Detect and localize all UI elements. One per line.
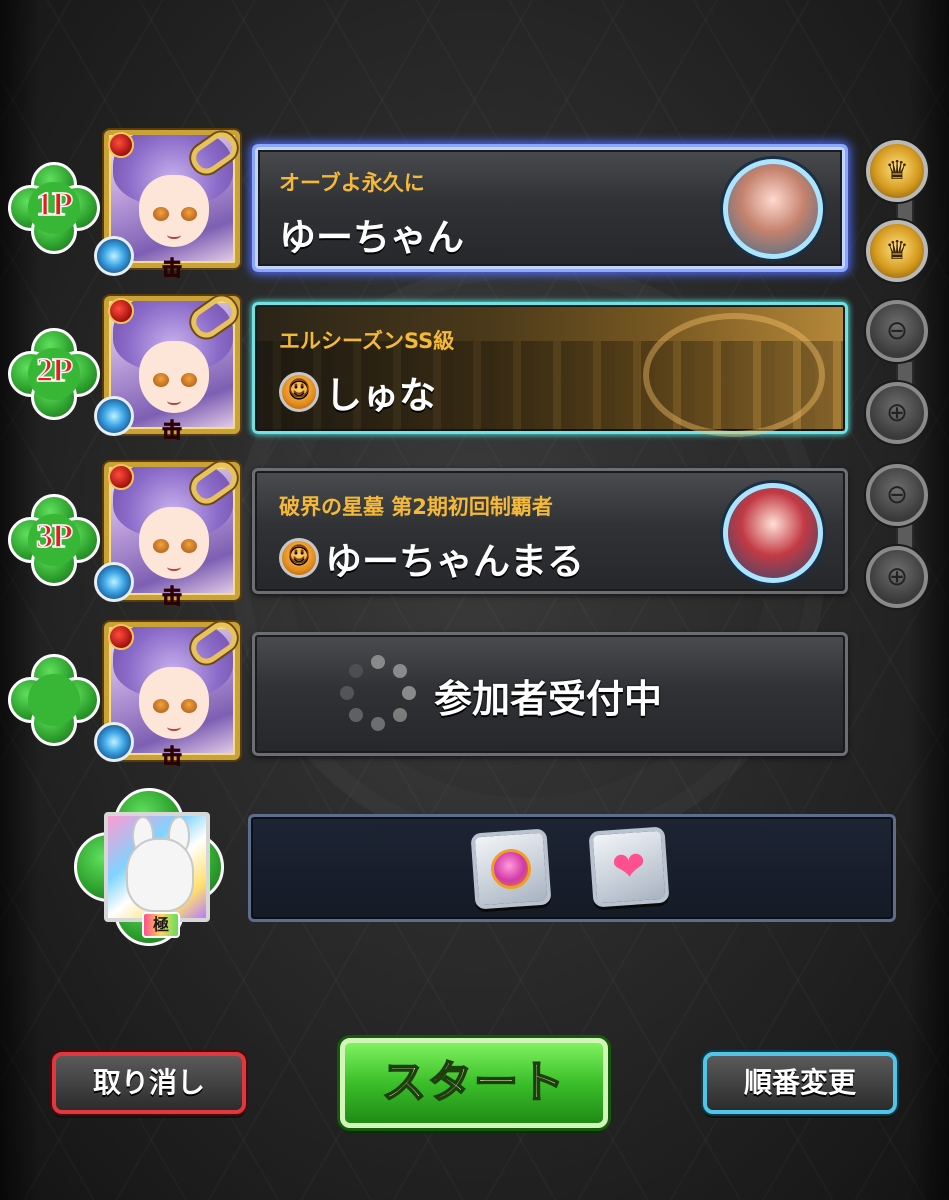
helper-item-slot: ❤	[248, 814, 896, 922]
player-1-clover-badge: 1P	[8, 162, 100, 254]
player-1-title: オーブよ永久に	[279, 171, 425, 195]
player-2-element-icon	[108, 298, 134, 324]
waiting-status-text: 参加者受付中	[434, 677, 663, 721]
locked-slot-icon[interactable]: ⊖	[866, 464, 928, 526]
cancel-button[interactable]: 取り消し	[52, 1052, 246, 1114]
player-1-element-icon	[108, 132, 134, 158]
helper-tier-badge: 極	[142, 912, 180, 938]
player-1-rank-icon: 击	[162, 256, 183, 280]
locked-slot-icon[interactable]: ⊖	[866, 300, 928, 362]
heal-heart-icon[interactable]: ❤	[588, 826, 670, 908]
group-member-icon	[279, 372, 319, 412]
orb-boost-icon[interactable]	[470, 828, 552, 910]
player-3-rank-icon: 击	[162, 584, 183, 608]
player-1-name: ゆーちゃん	[279, 216, 464, 259]
player-3-name-row: ゆーちゃんまる	[279, 531, 584, 585]
player-2-name: しゅな	[325, 374, 436, 417]
player-2-banner-ring	[643, 313, 825, 437]
player-1-luck-gem-icon	[94, 236, 134, 276]
change-order-button[interactable]: 順番変更	[703, 1052, 897, 1114]
player-3-slot[interactable]: 破界の星墓 第2期初回制覇者 ゆーちゃんまる	[252, 468, 848, 594]
player-2-name-row: しゅな	[279, 365, 436, 419]
player-1-label: 1P	[35, 185, 73, 224]
player-4-clover-badge	[8, 654, 100, 746]
player-1-name-row: ゆーちゃん	[279, 207, 464, 261]
player-3-luck-gem-icon	[94, 562, 134, 602]
crown-plus-icon[interactable]: ♛	[866, 140, 928, 202]
player-3-label: 3P	[35, 517, 73, 556]
player-2-clover-badge: 2P	[8, 328, 100, 420]
player-2-slot[interactable]: エルシーズンSS級 しゅな	[252, 302, 848, 437]
group-member-icon	[279, 538, 319, 578]
helper-character-portrait[interactable]	[104, 812, 210, 922]
locked-slot-icon[interactable]: ⊕	[866, 382, 928, 444]
player-4-element-icon	[108, 624, 134, 650]
player-3-clover-badge: 3P	[8, 494, 100, 586]
player-3-title: 破界の星墓 第2期初回制覇者	[279, 495, 553, 519]
player-3-avatar[interactable]	[723, 483, 823, 583]
start-button[interactable]: スタート	[340, 1038, 608, 1128]
crown-plus-icon[interactable]: ♛	[866, 220, 928, 282]
player-3-element-icon	[108, 464, 134, 490]
player-4-luck-gem-icon	[94, 722, 134, 762]
player-3-name: ゆーちゃんまる	[325, 540, 584, 583]
player-2-rank-icon: 击	[162, 418, 183, 442]
player-2-title: エルシーズンSS級	[279, 329, 455, 353]
player-2-luck-gem-icon	[94, 396, 134, 436]
locked-slot-icon[interactable]: ⊕	[866, 546, 928, 608]
player-1-avatar[interactable]	[723, 159, 823, 259]
player-2-label: 2P	[35, 351, 73, 390]
player-4-rank-icon: 击	[162, 744, 183, 768]
loading-spinner-icon	[340, 655, 416, 731]
player-1-slot[interactable]: オーブよ永久に ゆーちゃん	[252, 144, 848, 272]
